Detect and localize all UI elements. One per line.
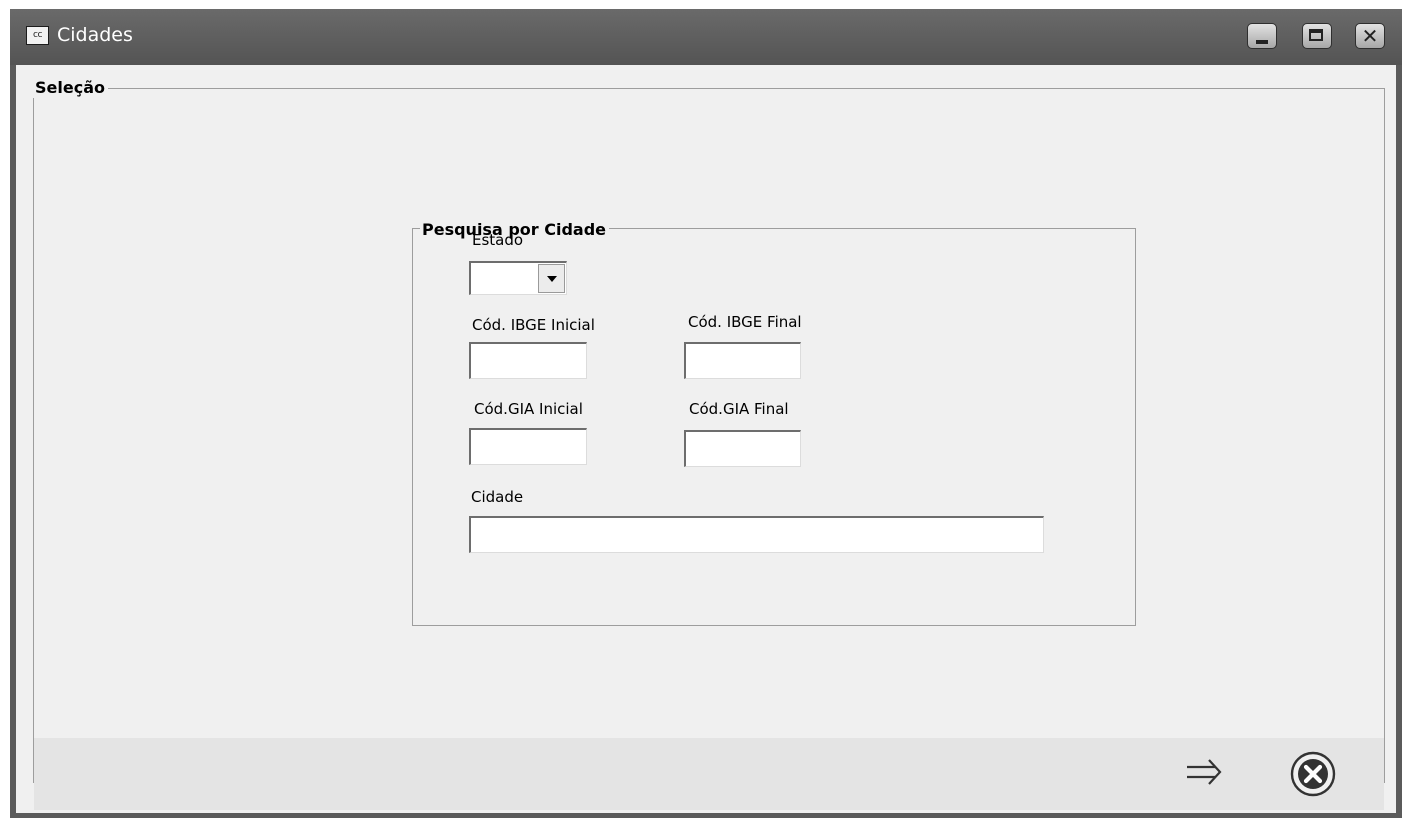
maximize-button[interactable] (1302, 23, 1332, 49)
ibge-final-label: Cód. IBGE Final (688, 313, 802, 331)
window-title: Cidades (57, 24, 133, 46)
estado-label: Estado (472, 231, 524, 249)
gia-final-label: Cód.GIA Final (689, 400, 789, 418)
chevron-down-icon (547, 276, 557, 282)
cidade-input[interactable] (469, 516, 1044, 553)
minimize-button[interactable] (1247, 23, 1277, 49)
title-bar[interactable]: cc Cidades ✕ (10, 9, 1402, 65)
arrow-right-icon (1187, 759, 1222, 785)
next-button[interactable] (1173, 743, 1233, 803)
window-client-area: Seleção Pesquisa por Cidade Estado Cód. … (16, 65, 1396, 813)
ibge-final-input[interactable] (684, 342, 801, 379)
close-icon: ✕ (1361, 24, 1379, 48)
gia-final-input[interactable] (684, 430, 801, 467)
estado-dropdown-button[interactable] (538, 264, 565, 293)
ibge-inicial-input[interactable] (469, 342, 587, 379)
gia-inicial-input[interactable] (469, 428, 587, 465)
cidades-window: cc Cidades ✕ Seleção Pesquisa por Cidade… (10, 9, 1402, 818)
estado-select[interactable] (469, 261, 567, 295)
selecao-legend: Seleção (33, 78, 108, 98)
minimize-icon (1256, 40, 1268, 44)
maximize-icon (1309, 29, 1323, 41)
close-button[interactable]: ✕ (1355, 23, 1385, 49)
app-icon: cc (26, 26, 49, 45)
cancel-button[interactable] (1286, 743, 1346, 803)
cidade-label: Cidade (471, 488, 524, 506)
gia-inicial-label: Cód.GIA Inicial (474, 400, 583, 418)
cancel-circle-icon (1290, 751, 1336, 797)
ibge-inicial-label: Cód. IBGE Inicial (472, 316, 595, 334)
